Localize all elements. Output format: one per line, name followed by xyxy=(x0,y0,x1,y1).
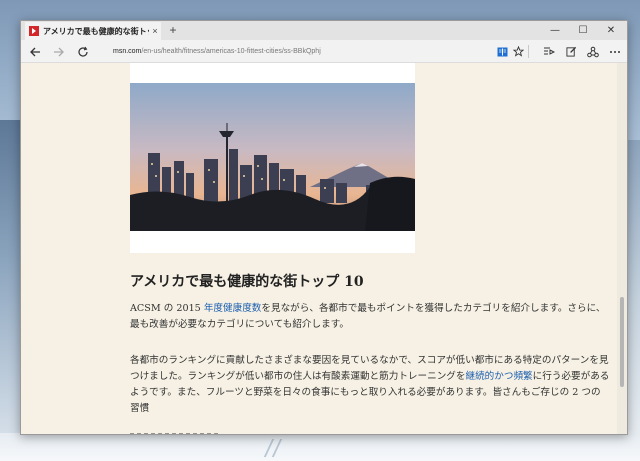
desktop-wallpaper-snow xyxy=(0,433,640,461)
forward-icon[interactable] xyxy=(48,42,70,61)
article-body: 各都市のランキングに貢献したさまざまな要因を見ているなかで、スコアが低い都市にあ… xyxy=(130,353,610,417)
url-host: msn.com xyxy=(113,48,142,55)
toolbar-divider xyxy=(528,45,529,58)
ski-track xyxy=(271,439,283,457)
url-path: /en-us/health/fitness/americas-10-fittes… xyxy=(141,48,321,55)
navigation-bar: msn.com/en-us/health/fitness/americas-10… xyxy=(21,40,627,63)
address-bar[interactable]: msn.com/en-us/health/fitness/americas-10… xyxy=(109,44,489,59)
new-tab-button[interactable]: + xyxy=(165,22,181,39)
truncated-next-line xyxy=(130,433,220,434)
hub-icon[interactable] xyxy=(540,43,558,60)
article-lead: ACSM の 2015 年度健康度数を見ながら、各都市で最もポイントを獲得したカ… xyxy=(130,301,610,333)
more-icon[interactable] xyxy=(606,43,624,60)
tab-close-button[interactable]: × xyxy=(149,26,161,36)
tab-title: アメリカで最も健康的な街トップ 10 xyxy=(43,26,149,36)
slideshow-image-card xyxy=(130,63,415,253)
browser-window: アメリカで最も健康的な街トップ 10 × + — ☐ ✕ msn.com/en-… xyxy=(20,20,628,435)
minimize-button[interactable]: — xyxy=(541,21,569,40)
msn-favicon-icon xyxy=(29,26,39,36)
continuous-frequent-link[interactable]: 継続的かつ頻繁 xyxy=(466,371,533,382)
close-window-button[interactable]: ✕ xyxy=(597,21,625,40)
article-title: アメリカで最も健康的な街トップ 10 xyxy=(130,274,364,290)
vertical-scrollbar[interactable] xyxy=(617,63,627,434)
share-icon[interactable] xyxy=(584,43,602,60)
desktop-wallpaper-right xyxy=(626,140,640,461)
title-bar: アメリカで最も健康的な街トップ 10 × + — ☐ ✕ xyxy=(21,21,627,40)
favorite-star-icon[interactable] xyxy=(509,43,527,60)
browser-tab[interactable]: アメリカで最も健康的な街トップ 10 × xyxy=(25,22,161,40)
page-content: アメリカで最も健康的な街トップ 10 ACSM の 2015 年度健康度数を見な… xyxy=(21,63,619,434)
web-note-icon[interactable] xyxy=(562,43,580,60)
desktop-wallpaper-left xyxy=(0,120,22,461)
scrollbar-thumb[interactable] xyxy=(620,297,624,387)
seattle-skyline-image[interactable] xyxy=(130,83,415,231)
back-icon[interactable] xyxy=(24,42,46,61)
lead-text-before: ACSM の 2015 xyxy=(130,303,204,314)
refresh-icon[interactable] xyxy=(72,42,94,61)
maximize-button[interactable]: ☐ xyxy=(569,21,597,40)
health-index-link[interactable]: 年度健康度数 xyxy=(204,303,262,314)
